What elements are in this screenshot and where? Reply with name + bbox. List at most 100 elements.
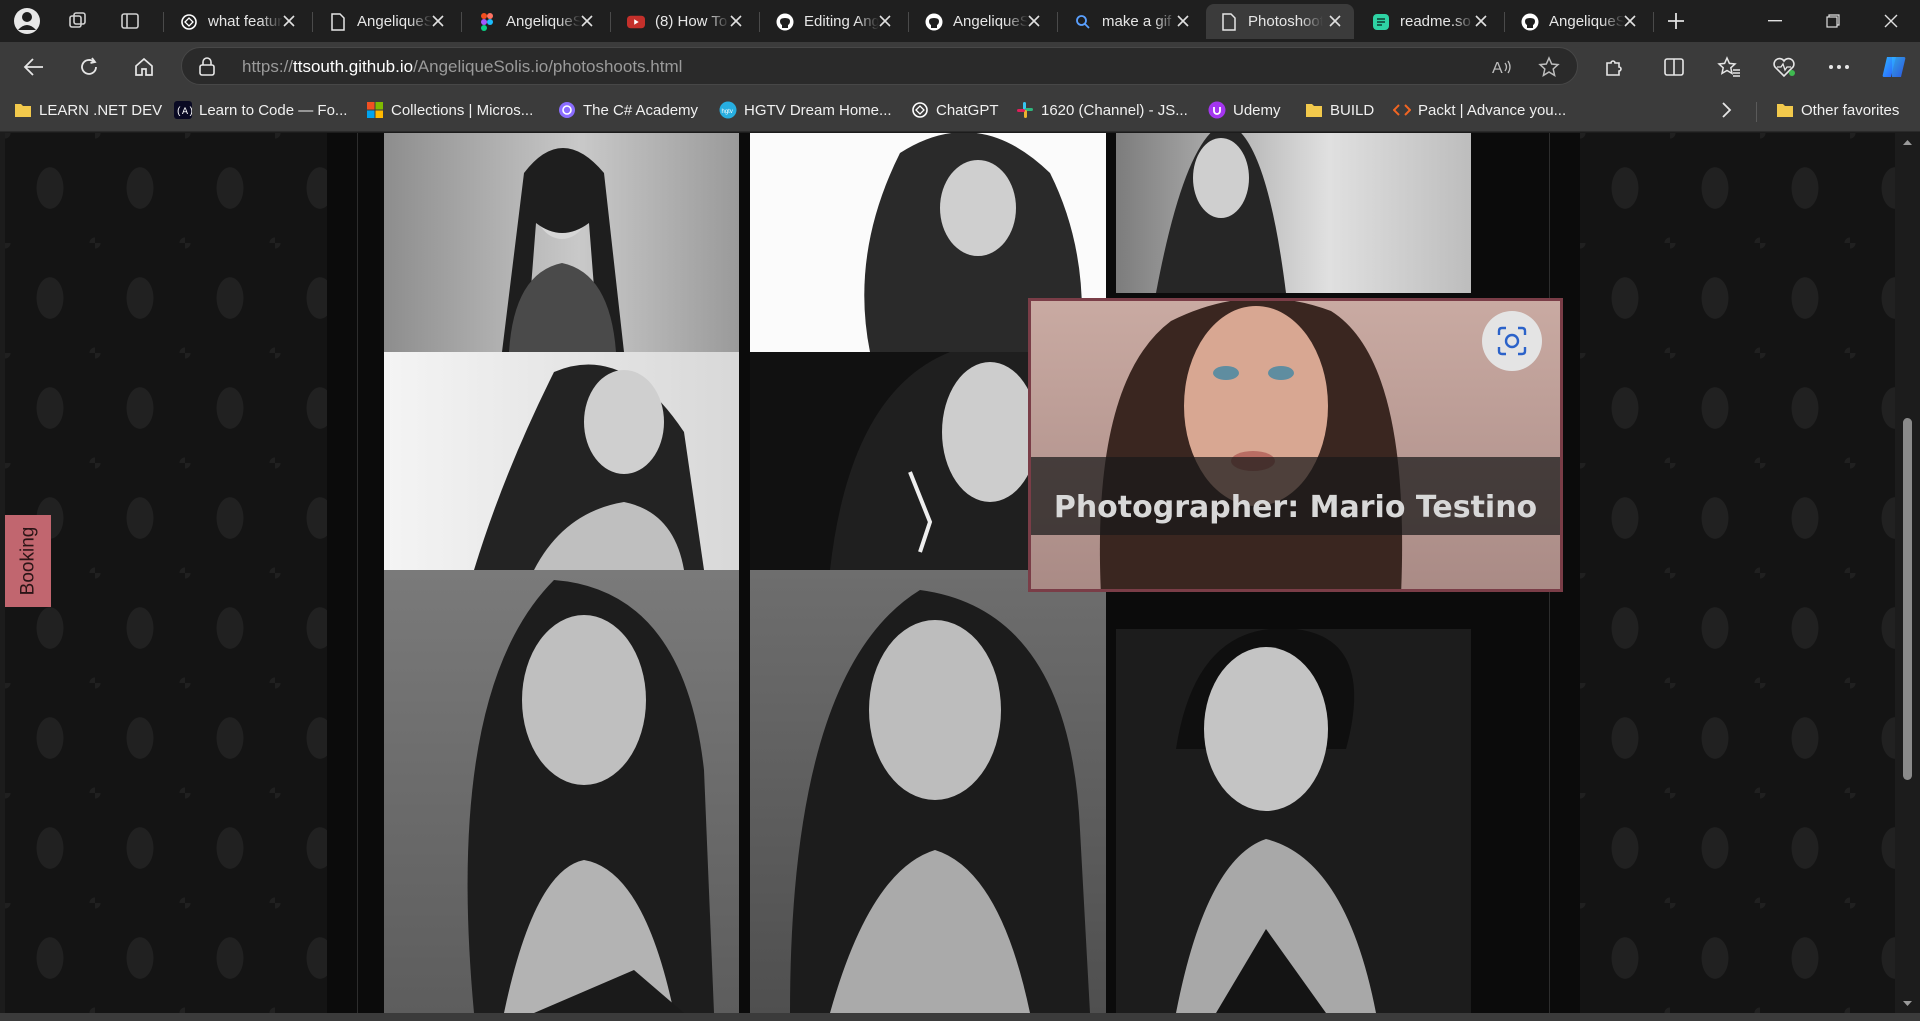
gallery-photo-1[interactable] — [384, 133, 739, 352]
folder-icon — [14, 101, 32, 119]
url-text[interactable]: https://ttsouth.github.io/AngeliqueSolis… — [242, 57, 682, 77]
bookmark-learn-net-dev[interactable]: LEARN .NET DEV — [14, 101, 162, 119]
extensions-button[interactable] — [1596, 50, 1632, 84]
read-aloud-icon[interactable]: A — [1490, 55, 1516, 79]
bookmark-ms-collections[interactable]: Collections | Micros... — [366, 101, 533, 119]
other-favorites[interactable]: Other favorites — [1776, 101, 1899, 119]
readme-icon — [1372, 13, 1390, 31]
settings-menu-button[interactable] — [1821, 50, 1857, 84]
close-icon[interactable] — [1025, 12, 1043, 30]
refresh-icon — [81, 57, 97, 75]
workspaces-button[interactable] — [60, 6, 96, 36]
close-icon[interactable] — [1174, 12, 1192, 30]
tab-angelique-page[interactable]: AngeliqueSolis — [315, 4, 457, 39]
bookmark-hgtv[interactable]: hgtv HGTV Dream Home... — [719, 101, 892, 119]
bookmark-freecodecamp[interactable]: (A) Learn to Code — Fo... — [174, 101, 347, 119]
damask-background-right — [1580, 133, 1900, 1013]
scroll-down-icon[interactable] — [1895, 997, 1920, 1011]
tab-github-editing[interactable]: Editing Angelique — [762, 4, 904, 39]
page-icon — [1220, 12, 1238, 31]
freecodecamp-icon: (A) — [174, 101, 192, 119]
bookmark-label: Collections | Micros... — [391, 101, 534, 119]
close-icon[interactable] — [280, 12, 298, 30]
bookmark-chatgpt[interactable]: ChatGPT — [911, 101, 999, 119]
bookmark-label: Packt | Advance you... — [1418, 101, 1567, 119]
bookmark-csharp-academy[interactable]: The C# Academy — [558, 101, 698, 119]
more-icon — [1829, 65, 1849, 69]
bookmark-label: Learn to Code — Fo... — [199, 101, 348, 119]
restore-icon — [1826, 14, 1840, 28]
tab-github-angelique[interactable]: AngeliqueSolis — [911, 4, 1053, 39]
favorites-button[interactable] — [1711, 50, 1747, 84]
tab-actions-button[interactable] — [112, 6, 148, 36]
restore-button[interactable] — [1804, 0, 1862, 42]
github-icon — [925, 13, 943, 31]
profile-button[interactable] — [9, 6, 45, 36]
split-screen-button[interactable] — [1656, 50, 1692, 84]
address-bar[interactable]: https://ttsouth.github.io/AngeliqueSolis… — [181, 47, 1578, 85]
page-scrollbar[interactable] — [1895, 133, 1920, 1013]
photographer-credit: Photographer: Mario Testino — [1053, 489, 1538, 525]
svg-text:hgtv: hgtv — [722, 109, 733, 115]
tab-title: Editing Angelique — [804, 13, 879, 30]
bookmark-packt[interactable]: Packt | Advance you... — [1393, 101, 1566, 119]
close-icon[interactable] — [1326, 12, 1344, 30]
github-icon — [1521, 13, 1539, 31]
page-icon — [329, 12, 347, 31]
tab-github-angelique-2[interactable]: AngeliqueSolis — [1507, 4, 1649, 39]
tab-make-a-gif[interactable]: make a gif — [1060, 4, 1202, 39]
bookmark-build[interactable]: BUILD — [1305, 101, 1374, 119]
packt-icon — [1393, 101, 1411, 119]
photo-hover-popup[interactable]: Photographer: Mario Testino — [1028, 298, 1563, 592]
openai-icon — [911, 101, 929, 119]
favorites-overflow-button[interactable] — [1720, 101, 1732, 119]
gallery-photo-4[interactable] — [384, 352, 739, 570]
minimize-button[interactable] — [1746, 0, 1804, 42]
refresh-button[interactable] — [71, 50, 107, 84]
gallery-photo-3[interactable] — [1116, 133, 1471, 293]
close-icon[interactable] — [1621, 12, 1639, 30]
back-button[interactable] — [16, 50, 52, 84]
close-icon — [1884, 14, 1898, 28]
bookmark-slack-channel[interactable]: 1620 (Channel) - JS... — [1016, 101, 1188, 119]
gallery-photo-7[interactable] — [384, 570, 739, 1013]
copilot-icon — [1882, 57, 1906, 77]
tab-youtube[interactable]: (8) How To — [613, 4, 755, 39]
gallery-photo-9[interactable] — [1116, 629, 1471, 1013]
copilot-button[interactable] — [1876, 50, 1912, 84]
popup-caption: Photographer: Mario Testino — [1031, 457, 1560, 535]
search-icon — [1074, 13, 1092, 31]
bookmark-udemy[interactable]: Udemy — [1208, 101, 1281, 119]
gallery-photo-8[interactable] — [750, 570, 1106, 1013]
scroll-up-icon[interactable] — [1895, 135, 1920, 149]
slack-icon — [1016, 101, 1034, 119]
favorite-star-icon[interactable] — [1536, 55, 1562, 79]
visual-search-button[interactable] — [1482, 311, 1542, 371]
vertical-tabs-icon — [121, 13, 139, 29]
close-icon[interactable] — [727, 12, 745, 30]
close-icon[interactable] — [876, 12, 894, 30]
close-icon[interactable] — [429, 12, 447, 30]
tab-strip: what features AngeliqueSolis AngeliqueSo… — [0, 0, 1920, 42]
close-icon[interactable] — [1472, 12, 1490, 30]
close-icon[interactable] — [578, 12, 596, 30]
browser-essentials-button[interactable] — [1766, 50, 1802, 84]
minimize-icon — [1768, 20, 1782, 22]
close-window-button[interactable] — [1862, 0, 1920, 42]
tab-angelique-figma[interactable]: AngeliqueSolis — [464, 4, 606, 39]
booking-tab[interactable]: Booking — [5, 515, 51, 607]
plus-icon — [1668, 13, 1684, 29]
lock-icon[interactable] — [198, 57, 216, 82]
home-button[interactable] — [126, 50, 162, 84]
damask-background-left — [5, 133, 327, 1013]
new-tab-button[interactable] — [1658, 6, 1694, 36]
tab-readme[interactable]: readme.so — [1358, 4, 1500, 39]
udemy-icon — [1208, 101, 1226, 119]
tab-title: what features — [208, 13, 283, 30]
tab-title: readme.so — [1400, 13, 1471, 30]
tab-what-features[interactable]: what features — [166, 4, 308, 39]
tab-photoshoots[interactable]: Photoshoots — [1206, 4, 1354, 39]
navigation-bar: https://ttsouth.github.io/AngeliqueSolis… — [0, 42, 1920, 92]
bookmark-label: 1620 (Channel) - JS... — [1041, 101, 1188, 119]
scrollbar-thumb[interactable] — [1903, 418, 1912, 780]
